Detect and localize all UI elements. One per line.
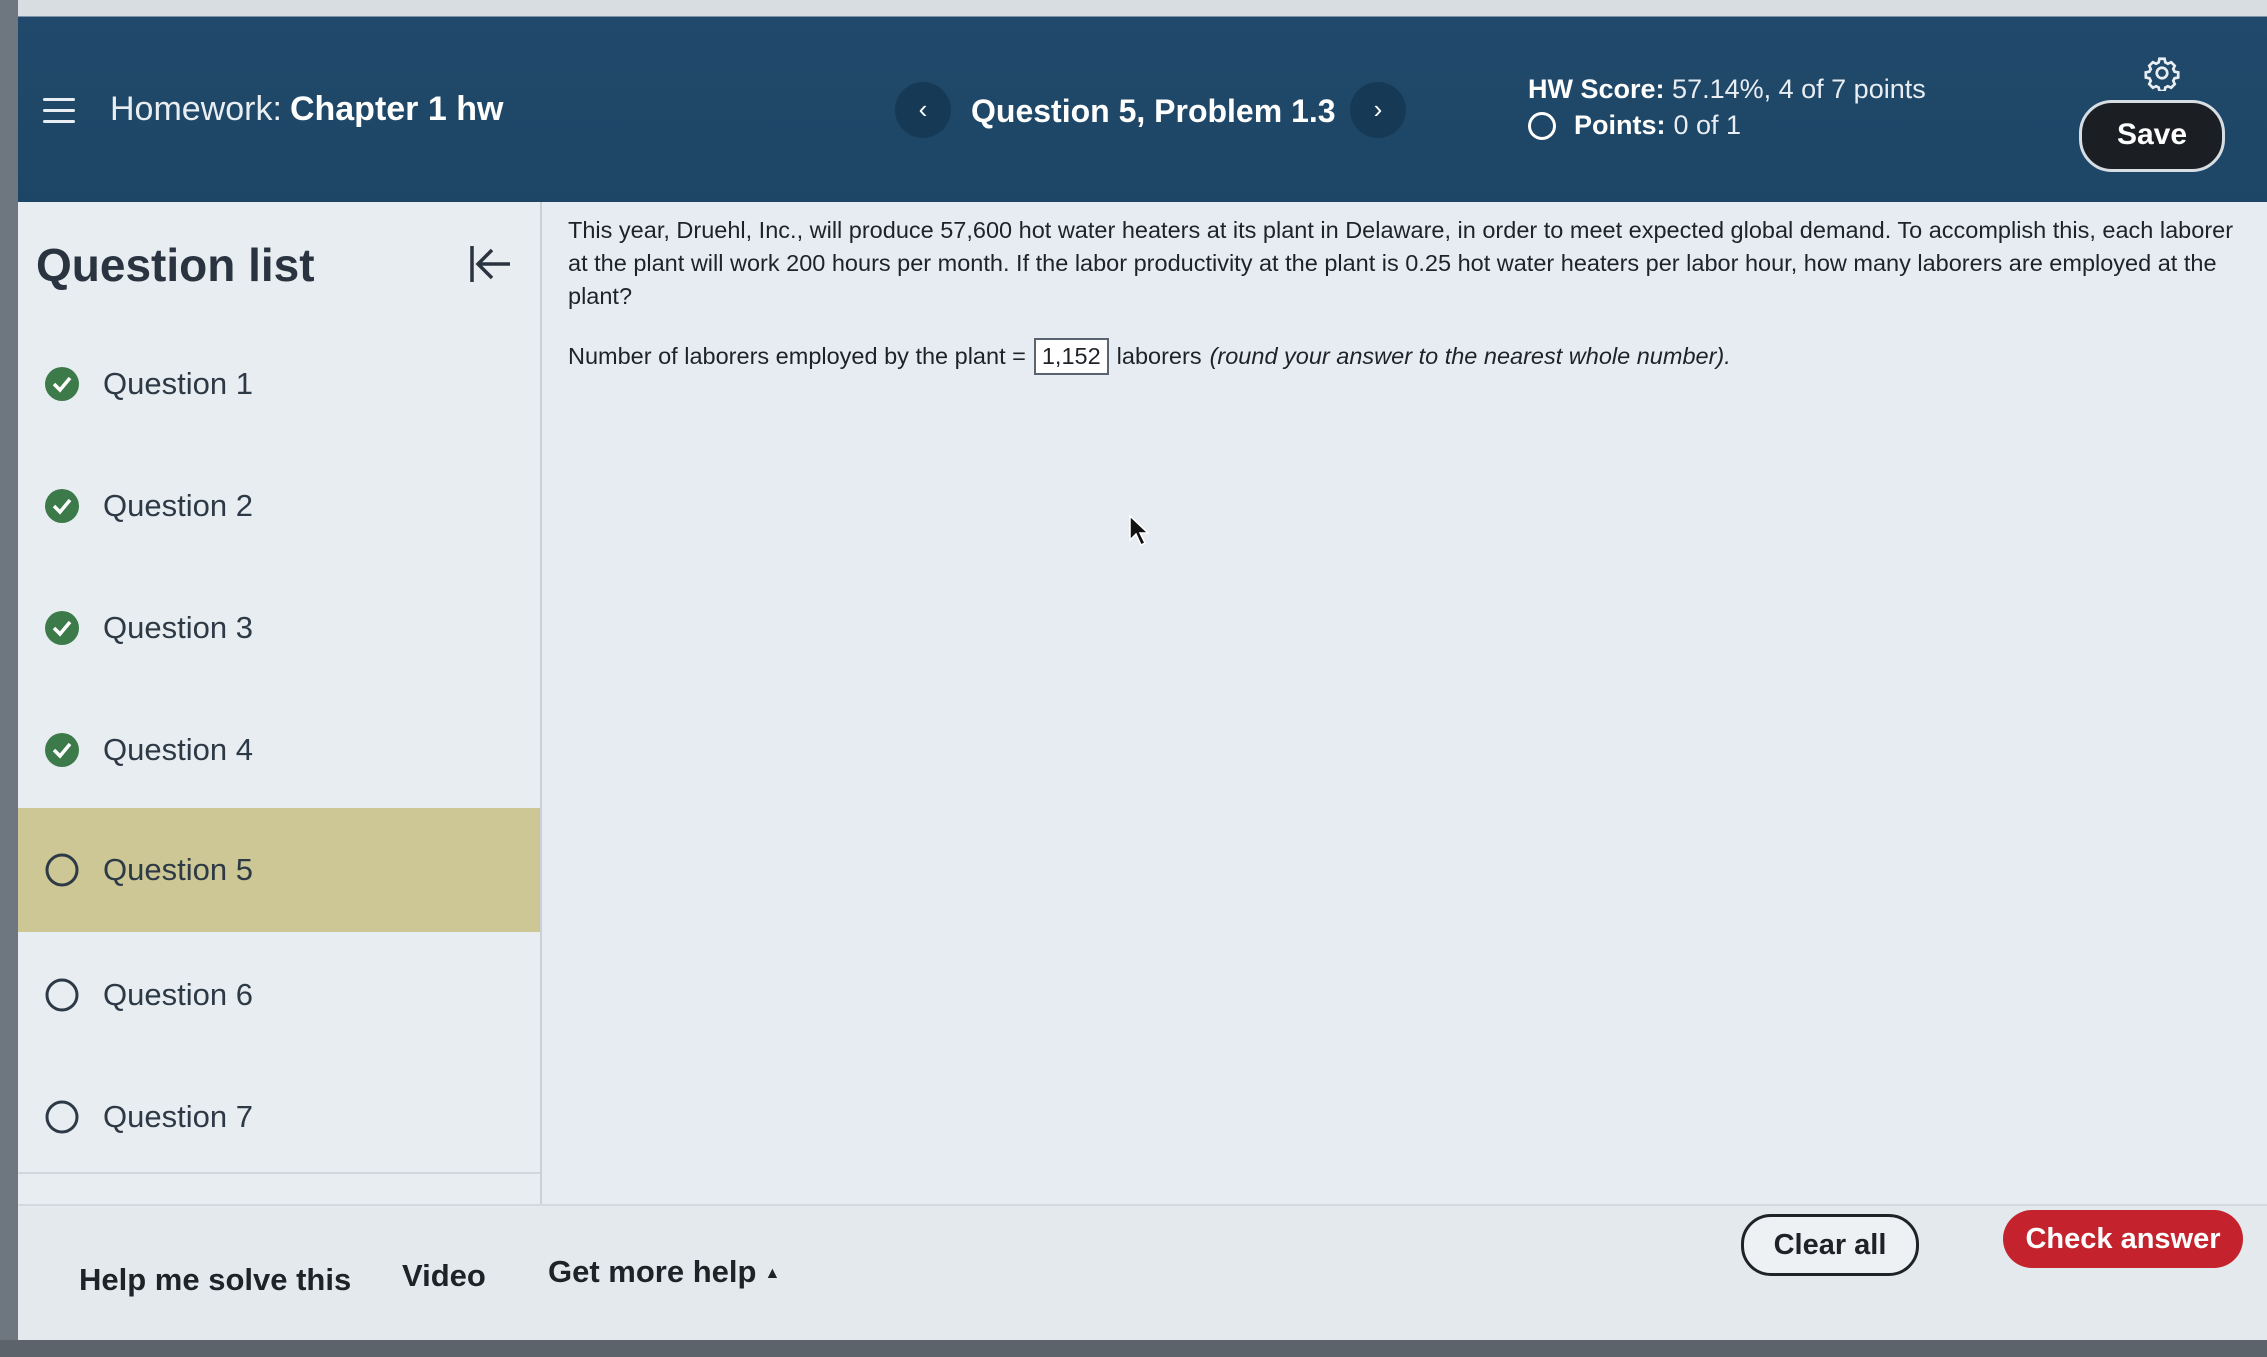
question-list-label: Question 1 (103, 366, 253, 401)
check-circle-icon (45, 489, 79, 523)
hamburger-icon[interactable] (43, 98, 75, 124)
check-answer-button[interactable]: Check answer (2003, 1210, 2243, 1268)
top-header: Homework: Chapter 1 hw ‹ Question 5, Prob… (18, 0, 2267, 202)
get-more-help-label: Get more help (548, 1254, 757, 1289)
question-list-item-3[interactable]: Question 3 (18, 567, 540, 689)
question-list-item-2[interactable]: Question 2 (18, 445, 540, 567)
previous-question-button[interactable]: ‹ (895, 82, 951, 138)
check-circle-icon (45, 611, 79, 645)
sidebar-divider (18, 1172, 540, 1174)
question-list-item-6[interactable]: Question 6 (18, 934, 540, 1056)
empty-circle-icon (45, 1100, 79, 1134)
problem-text: This year, Druehl, Inc., will produce 57… (568, 217, 2234, 309)
points-circle-icon (1528, 111, 1556, 140)
question-list-label: Question 4 (103, 732, 253, 767)
get-more-help-button[interactable]: Get more help ▲ (548, 1254, 780, 1290)
collapse-left-icon[interactable] (466, 242, 514, 286)
homework-title: Homework: Chapter 1 hw (110, 90, 503, 129)
save-button[interactable]: Save (2079, 100, 2225, 172)
hw-score-value: 57.14%, 4 of 7 points (1672, 74, 1926, 104)
device-bezel (0, 1340, 2267, 1357)
points-value: 0 of 1 (1673, 110, 1742, 140)
bottom-toolbar: Help me solve this Video Get more help ▲ … (18, 1204, 2267, 1340)
question-list-item-7[interactable]: Question 7 (18, 1056, 540, 1178)
hw-score-label: HW Score: (1528, 74, 1665, 104)
question-content: This year, Druehl, Inc., will produce 57… (542, 202, 2267, 1202)
gear-icon[interactable] (2144, 55, 2180, 91)
question-list-title: Question list (36, 239, 315, 291)
question-list-label: Question 6 (103, 977, 253, 1012)
empty-circle-icon (45, 853, 79, 887)
question-list-label: Question 2 (103, 488, 253, 523)
check-circle-icon (45, 733, 79, 767)
answer-hint: (round your answer to the nearest whole … (1209, 343, 1731, 369)
next-question-button[interactable]: › (1350, 82, 1406, 138)
hw-score: HW Score: 57.14%, 4 of 7 points (1528, 74, 1926, 105)
clear-all-button[interactable]: Clear all (1741, 1214, 1919, 1276)
answer-input[interactable]: 1,152 (1033, 338, 1109, 375)
answer-line: Number of laborers employed by the plant… (568, 338, 1731, 375)
homework-prefix: Homework: (110, 90, 282, 128)
answer-prefix: Number of laborers employed by the plant… (568, 343, 1026, 369)
points-status: Points: 0 of 1 (1528, 110, 1741, 141)
question-list-item-1[interactable]: Question 1 (18, 323, 540, 445)
question-list-label: Question 3 (103, 610, 253, 645)
question-list-label: Question 7 (103, 1099, 253, 1134)
question-title: Question 5, Problem 1.3 (971, 93, 1336, 129)
question-list-sidebar: Question list Question 1 Question 2 Ques… (18, 202, 542, 1204)
points-label: Points: (1574, 110, 1666, 140)
question-list-item-5[interactable]: Question 5 (18, 808, 540, 932)
empty-circle-icon (45, 978, 79, 1012)
caret-up-icon: ▲ (764, 1264, 781, 1282)
homework-screen: Homework: Chapter 1 hw ‹ Question 5, Prob… (18, 0, 2267, 1340)
help-me-solve-button[interactable]: Help me solve this (79, 1262, 351, 1298)
homework-name: Chapter 1 hw (289, 90, 504, 128)
video-button[interactable]: Video (402, 1258, 486, 1294)
question-list-item-4[interactable]: Question 4 (18, 689, 540, 811)
answer-unit: laborers (1116, 343, 1202, 369)
mouse-pointer-icon (1129, 514, 1150, 547)
question-list-label: Question 5 (103, 852, 253, 887)
check-circle-icon (45, 367, 79, 401)
